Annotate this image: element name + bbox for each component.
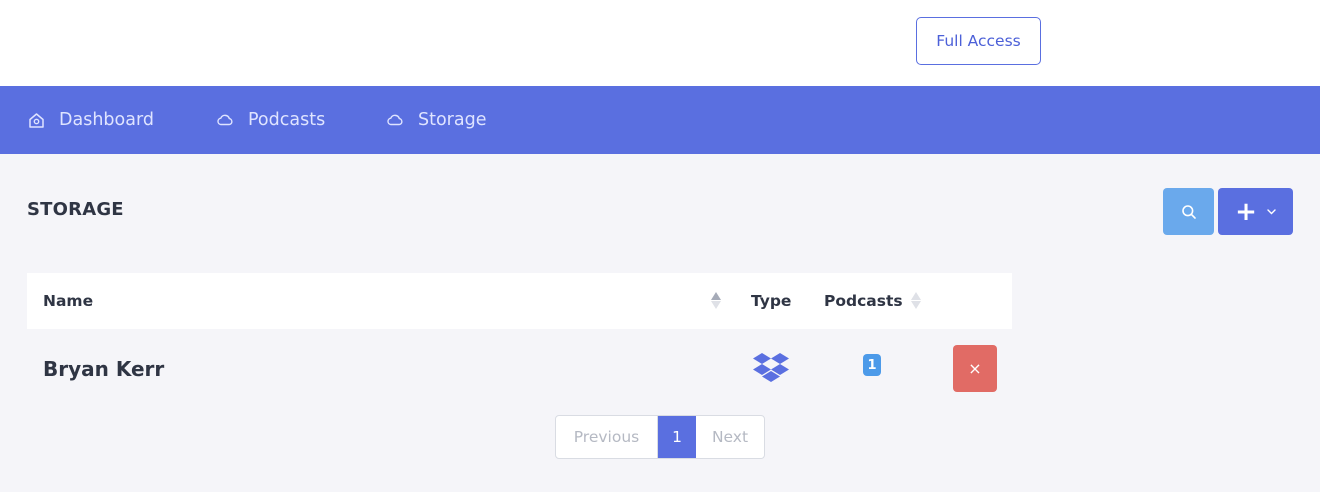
nav-item-label: Podcasts (248, 110, 326, 130)
full-access-button[interactable]: Full Access (916, 17, 1041, 65)
chevron-down-icon (1267, 208, 1276, 214)
cloud-icon (387, 114, 403, 126)
pagination: Previous 1 Next (555, 415, 765, 459)
add-dropdown-button[interactable]: + (1218, 188, 1293, 235)
cloud-icon (217, 114, 233, 126)
nav-item-label: Dashboard (59, 110, 154, 130)
sort-icon[interactable] (911, 292, 921, 309)
plus-icon: + (1235, 196, 1257, 227)
delete-button[interactable]: × (953, 345, 997, 392)
home-icon (29, 112, 44, 128)
column-header-label: Name (43, 292, 94, 310)
table-header: Name Type Podcasts (27, 273, 1012, 329)
column-header-label: Podcasts (824, 292, 903, 310)
storage-name: Bryan Kerr (43, 357, 165, 381)
full-access-label: Full Access (936, 32, 1021, 50)
dropbox-icon (753, 352, 789, 386)
nav-item-podcasts[interactable]: Podcasts (216, 86, 325, 154)
column-header-podcasts[interactable]: Podcasts (824, 273, 903, 329)
previous-page-button[interactable]: Previous (556, 416, 658, 458)
podcast-count-badge[interactable]: 1 (863, 354, 881, 376)
nav-item-storage[interactable]: Storage (386, 86, 486, 154)
column-header-label: Type (751, 292, 792, 310)
close-icon: × (968, 359, 982, 378)
top-bar: Full Access (0, 0, 1320, 86)
column-header-type: Type (751, 273, 791, 329)
search-button[interactable] (1163, 188, 1214, 235)
page-button-current[interactable]: 1 (658, 416, 696, 458)
nav-item-label: Storage (418, 110, 487, 130)
nav-item-dashboard[interactable]: Dashboard (28, 86, 154, 154)
column-header-name[interactable]: Name (43, 273, 93, 329)
search-icon (1181, 204, 1196, 219)
sort-icon[interactable] (711, 292, 721, 309)
page-title: STORAGE (27, 199, 124, 220)
next-page-button[interactable]: Next (696, 416, 764, 458)
main-nav: Dashboard Podcasts Storage (0, 86, 1320, 154)
table-row[interactable]: Bryan Kerr 1 × (27, 339, 1012, 399)
